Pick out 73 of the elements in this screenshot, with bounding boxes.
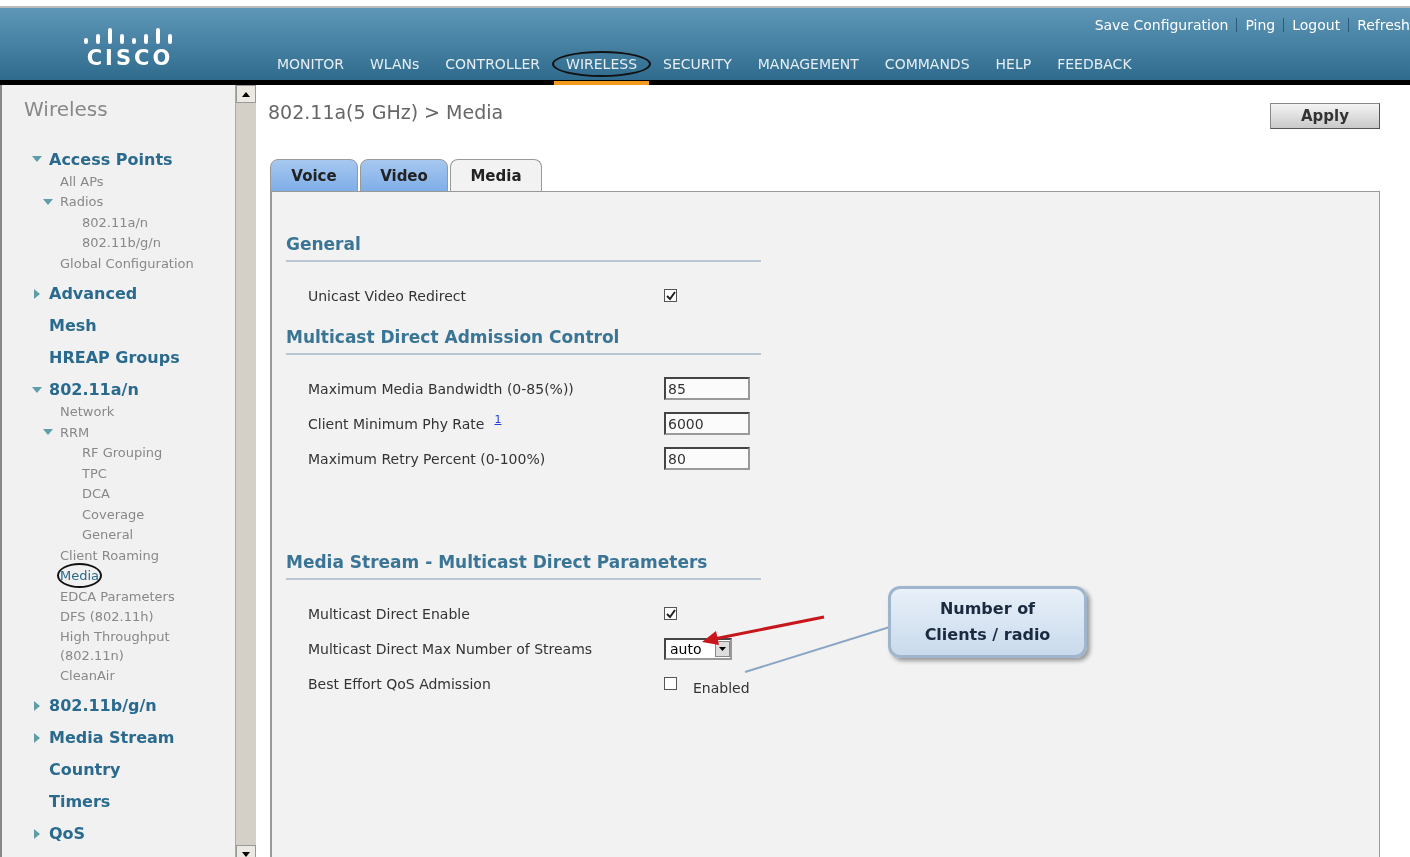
sidebar-item[interactable]: High Throughput (802.11n) bbox=[60, 627, 225, 665]
callout-text: Clients / radio bbox=[924, 624, 1051, 646]
tab[interactable]: Voice bbox=[270, 159, 358, 192]
field-label: Maximum Retry Percent (0-100%) bbox=[308, 450, 546, 467]
checkbox[interactable] bbox=[664, 677, 677, 690]
sidebar-item[interactable]: DCA bbox=[82, 484, 110, 504]
sidebar-item[interactable]: Client Roaming bbox=[60, 545, 159, 565]
page-title: 802.11a(5 GHz) > Media bbox=[268, 101, 504, 123]
sidebar-title: Wireless bbox=[23, 97, 109, 121]
sidebar-item[interactable]: Media Stream bbox=[49, 728, 175, 747]
nav-tab[interactable]: WLANs bbox=[358, 53, 432, 75]
sidebar-item[interactable]: CleanAir bbox=[60, 665, 115, 685]
input-field[interactable]: 6000 bbox=[664, 412, 750, 435]
field-label: Unicast Video Redirect bbox=[308, 287, 466, 304]
sidebar-item[interactable]: QoS bbox=[49, 824, 86, 843]
sidebar-item[interactable]: Global Configuration bbox=[60, 253, 194, 273]
sidebar-item[interactable]: TPC bbox=[82, 463, 107, 483]
sidebar-item[interactable]: RF Grouping bbox=[82, 443, 163, 463]
option-label: Enabled bbox=[693, 679, 750, 696]
sidebar-item[interactable]: 802.11b/g/n bbox=[49, 696, 157, 715]
sidebar-item[interactable]: General bbox=[82, 525, 134, 545]
sidebar-item[interactable]: RRM bbox=[60, 422, 90, 442]
section-title: Multicast Direct Admission Control bbox=[286, 327, 761, 355]
input-field[interactable]: 85 bbox=[664, 377, 750, 400]
callout-text: Number of bbox=[939, 598, 1036, 620]
field-label: Maximum Media Bandwidth (0-85(%)) bbox=[308, 380, 574, 397]
nav-tab[interactable]: MANAGEMENT bbox=[745, 53, 871, 75]
nav-tab[interactable]: FEEDBACK bbox=[1045, 53, 1144, 75]
sidebar-item[interactable]: Coverage bbox=[82, 504, 145, 524]
nav-tab[interactable]: SECURITY bbox=[651, 53, 744, 75]
sidebar-item[interactable]: Mesh bbox=[49, 316, 97, 335]
sidebar-item[interactable]: Radios bbox=[60, 192, 104, 212]
sidebar-item[interactable]: Media bbox=[60, 566, 100, 586]
input-field[interactable]: 80 bbox=[664, 447, 750, 470]
sidebar-item[interactable]: Timers bbox=[49, 792, 111, 811]
scrollbar[interactable] bbox=[235, 85, 256, 857]
sidebar-item[interactable]: All APs bbox=[60, 171, 104, 191]
nav-tab[interactable]: CONTROLLER bbox=[433, 53, 553, 75]
sidebar-item[interactable]: 802.11a/n bbox=[82, 212, 149, 232]
checkbox[interactable] bbox=[664, 607, 677, 620]
checkbox[interactable] bbox=[664, 289, 677, 302]
sidebar-item[interactable]: EDCA Parameters bbox=[60, 586, 175, 606]
sidebar-item[interactable]: DFS (802.11h) bbox=[60, 607, 154, 627]
apply-button[interactable]: Apply bbox=[1270, 103, 1380, 129]
field-label: Client Minimum Phy Rate bbox=[308, 415, 485, 432]
header-link[interactable]: Ping bbox=[1245, 17, 1276, 33]
logo-text: CISCO bbox=[86, 46, 174, 70]
tab[interactable]: Video bbox=[360, 159, 448, 192]
tab[interactable]: Media bbox=[450, 159, 542, 192]
field-label: Multicast Direct Enable bbox=[308, 605, 470, 622]
sidebar-item[interactable]: Advanced bbox=[49, 284, 138, 303]
nav-tab[interactable]: HELP bbox=[983, 53, 1044, 75]
scroll-up-icon[interactable] bbox=[242, 91, 250, 97]
footnote-link[interactable]: 1 bbox=[494, 413, 502, 426]
field-label: Best Effort QoS Admission bbox=[308, 675, 491, 692]
sidebar-item[interactable]: Country bbox=[49, 760, 121, 779]
sidebar-item[interactable]: 802.11b/g/n bbox=[82, 233, 161, 253]
sidebar-item[interactable]: Access Points bbox=[49, 149, 173, 169]
scroll-down-icon[interactable] bbox=[242, 851, 250, 857]
sidebar-item[interactable]: 802.11a/n bbox=[49, 380, 139, 399]
caret-icon bbox=[719, 646, 726, 651]
header-link[interactable]: Refresh bbox=[1357, 17, 1410, 33]
header-link[interactable]: Save Configuration bbox=[1094, 17, 1229, 33]
sidebar-item[interactable]: HREAP Groups bbox=[49, 348, 180, 367]
field-label: Multicast Direct Max Number of Streams bbox=[308, 640, 593, 657]
nav-tab[interactable]: MONITOR bbox=[265, 53, 356, 75]
header-link[interactable]: Logout bbox=[1292, 17, 1341, 33]
nav-tab[interactable]: WIRELESS bbox=[554, 53, 650, 75]
section-title: Media Stream - Multicast Direct Parameters bbox=[286, 552, 761, 580]
dropdown[interactable]: auto bbox=[664, 637, 732, 660]
sidebar-item[interactable]: Network bbox=[60, 402, 115, 422]
section-title: General bbox=[286, 234, 761, 262]
nav-tab[interactable]: COMMANDS bbox=[872, 53, 982, 75]
